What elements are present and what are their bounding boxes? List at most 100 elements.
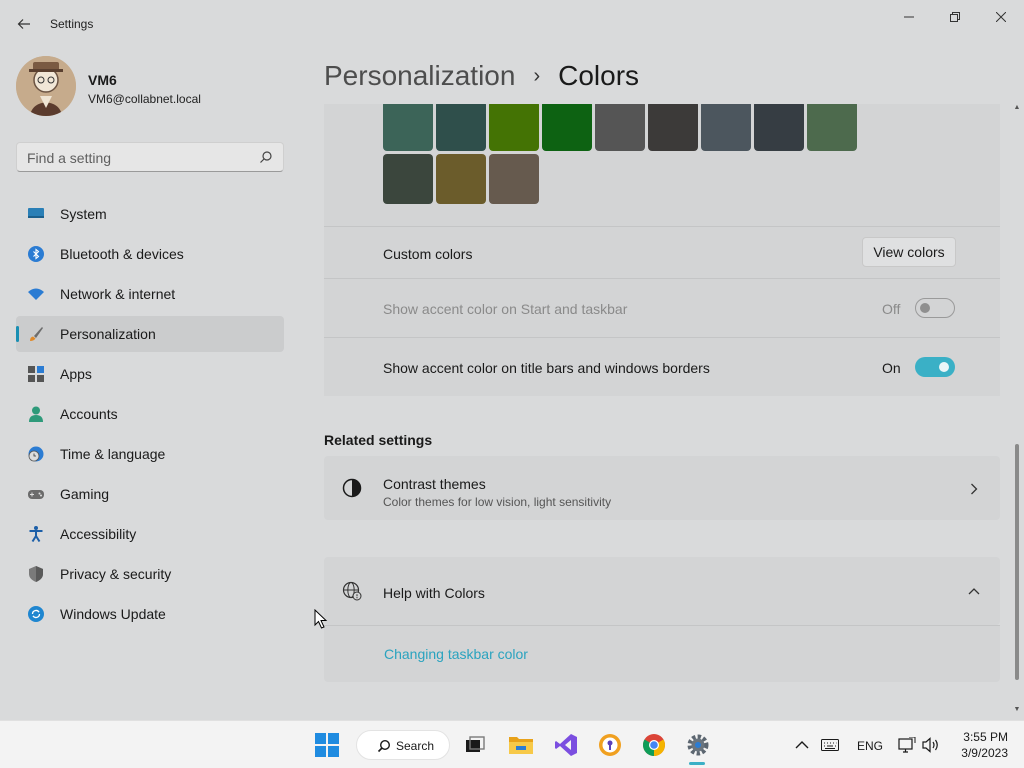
toggle-knob <box>939 362 949 372</box>
visual-studio-button[interactable] <box>552 731 580 759</box>
task-view-icon <box>466 736 485 752</box>
update-icon <box>28 606 44 622</box>
sidebar-item-network[interactable]: Network & internet <box>16 276 284 312</box>
shield-icon <box>29 566 43 582</box>
scroll-thumb[interactable] <box>1015 444 1019 680</box>
user-profile[interactable]: VM6 VM6@collabnet.local <box>16 56 286 118</box>
system-icon <box>28 208 44 218</box>
toggle-knob <box>920 303 930 313</box>
color-swatch[interactable] <box>489 154 539 204</box>
sidebar-item-bluetooth[interactable]: Bluetooth & devices <box>16 236 284 272</box>
accent-title-bars-toggle[interactable] <box>915 357 955 377</box>
color-swatch[interactable] <box>754 104 804 151</box>
settings-app-button[interactable] <box>684 731 712 759</box>
search-input[interactable] <box>27 148 247 168</box>
accessibility-icon <box>29 526 43 542</box>
chrome-icon <box>643 734 665 756</box>
color-swatch[interactable] <box>701 104 751 151</box>
windows-logo-icon <box>315 733 339 757</box>
chevron-up-icon <box>968 588 980 595</box>
touch-keyboard-button[interactable] <box>816 731 844 759</box>
color-swatch[interactable] <box>489 104 539 151</box>
sidebar-item-system[interactable]: System <box>16 196 284 232</box>
settings-window: Settings VM6 VM6@collabnet.local Find a … <box>0 0 1024 720</box>
color-swatch[interactable] <box>436 154 486 204</box>
taskbar-clock-time[interactable]: 3:55 PM <box>958 730 1008 744</box>
person-icon <box>29 406 43 422</box>
minimize-button[interactable] <box>886 4 932 30</box>
changing-taskbar-color-link[interactable]: Changing taskbar color <box>384 646 528 662</box>
scroll-down-arrow-icon[interactable]: ▼ <box>1013 706 1021 714</box>
accent-color-swatches <box>324 104 1000 226</box>
contrast-themes-card[interactable]: Contrast themes Color themes for low vis… <box>324 456 1000 520</box>
user-name: VM6 <box>88 72 117 88</box>
chrome-button[interactable] <box>640 731 668 759</box>
wifi-icon <box>28 288 44 300</box>
accent-start-taskbar-label: Show accent color on Start and taskbar <box>383 301 628 317</box>
back-button[interactable] <box>12 12 36 36</box>
arrow-left-icon <box>17 19 30 29</box>
show-hidden-icons-button[interactable] <box>788 731 816 759</box>
title-bar: Settings <box>0 0 1024 48</box>
chevron-right-icon <box>971 483 978 495</box>
help-with-colors-body: Changing taskbar color <box>324 626 1000 682</box>
main-content: Custom colors View colors Show accent co… <box>324 104 1000 720</box>
sidebar-item-time-language[interactable]: Time & language <box>16 436 284 472</box>
security-app-button[interactable] <box>596 731 624 759</box>
sidebar-item-windows-update[interactable]: Windows Update <box>16 596 284 632</box>
app-title: Settings <box>50 17 94 31</box>
color-swatch[interactable] <box>648 104 698 151</box>
color-swatch[interactable] <box>595 104 645 151</box>
user-email: VM6@collabnet.local <box>88 92 201 106</box>
help-globe-icon <box>342 581 362 601</box>
minimize-icon <box>904 16 914 18</box>
taskbar-search-label: Search <box>396 739 435 753</box>
sidebar-nav: System Bluetooth & devices Network & int… <box>16 196 284 636</box>
gear-icon <box>687 734 709 756</box>
keyhole-shield-icon <box>599 734 621 756</box>
accent-title-bars-label: Show accent color on title bars and wind… <box>383 360 710 376</box>
file-explorer-button[interactable] <box>507 731 535 759</box>
color-swatch[interactable] <box>807 104 857 151</box>
sidebar-item-privacy[interactable]: Privacy & security <box>16 556 284 592</box>
folder-icon <box>509 737 533 754</box>
scroll-up-arrow-icon[interactable]: ▲ <box>1013 104 1021 112</box>
restore-button[interactable] <box>932 4 978 30</box>
color-swatch[interactable] <box>436 104 486 151</box>
color-swatch[interactable] <box>383 104 433 151</box>
taskbar: Search ENG 3:55 PM 3/9/2023 <box>0 720 1024 768</box>
bluetooth-icon <box>28 246 44 262</box>
brush-icon <box>30 327 43 341</box>
taskbar-clock-date[interactable]: 3/9/2023 <box>948 746 1008 760</box>
sidebar-item-accounts[interactable]: Accounts <box>16 396 284 432</box>
sidebar-item-apps[interactable]: Apps <box>16 356 284 392</box>
close-icon <box>996 12 1006 22</box>
help-with-colors-header[interactable]: Help with Colors <box>324 557 1000 625</box>
accent-start-taskbar-row: Show accent color on Start and taskbar O… <box>324 279 1000 337</box>
sidebar-item-accessibility[interactable]: Accessibility <box>16 516 284 552</box>
chevron-up-icon <box>795 741 809 749</box>
sidebar-item-gaming[interactable]: Gaming <box>16 476 284 512</box>
input-language-indicator[interactable]: ENG <box>857 739 883 753</box>
accent-start-taskbar-state: Off <box>882 301 901 317</box>
volume-button[interactable] <box>917 731 945 759</box>
task-view-button[interactable] <box>461 731 489 759</box>
keyboard-icon <box>821 739 839 751</box>
taskbar-search[interactable]: Search <box>356 730 450 760</box>
gamepad-icon <box>28 490 44 499</box>
search-icon <box>260 151 272 163</box>
accent-start-taskbar-toggle[interactable] <box>915 298 955 318</box>
breadcrumb-parent[interactable]: Personalization <box>324 60 515 92</box>
color-swatch[interactable] <box>542 104 592 151</box>
color-swatch[interactable] <box>383 154 433 204</box>
breadcrumb-separator: › <box>533 64 541 87</box>
view-colors-button[interactable]: View colors <box>862 237 956 267</box>
sidebar-item-personalization[interactable]: Personalization <box>16 316 284 352</box>
start-button[interactable] <box>313 731 341 759</box>
content-scrollbar[interactable]: ▲ ▼ <box>1013 104 1021 720</box>
contrast-themes-title: Contrast themes <box>383 476 486 492</box>
close-button[interactable] <box>978 4 1024 30</box>
settings-search[interactable] <box>16 142 284 172</box>
breadcrumb: Personalization › Colors <box>324 58 639 94</box>
accent-title-bars-state: On <box>882 360 901 376</box>
